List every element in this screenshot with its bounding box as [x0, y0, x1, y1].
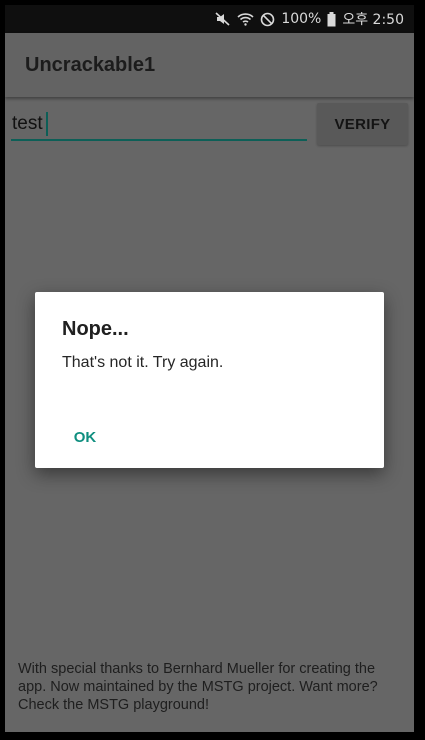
- ok-button[interactable]: OK: [59, 420, 111, 454]
- text-cursor: [46, 112, 48, 136]
- app-title: Uncrackable1: [25, 54, 156, 76]
- mute-icon: [215, 11, 231, 27]
- app-screen: 100% 오후 2:50 Uncrackable1 VERIFY With sp…: [5, 5, 414, 732]
- app-bar: Uncrackable1: [5, 33, 414, 97]
- secret-input[interactable]: [11, 109, 307, 141]
- dialog-message: That's not it. Try again.: [62, 354, 224, 371]
- dialog-title: Nope...: [62, 318, 129, 340]
- clock: 오후 2:50: [342, 12, 404, 28]
- no-signal-icon: [260, 12, 275, 27]
- battery-icon: [327, 11, 336, 27]
- wifi-icon: [237, 12, 254, 26]
- alert-dialog: Nope... That's not it. Try again. OK: [35, 292, 384, 468]
- verify-button[interactable]: VERIFY: [317, 103, 408, 145]
- battery-percentage: 100%: [281, 11, 322, 27]
- status-bar: 100% 오후 2:50: [5, 5, 414, 33]
- footer-credits: With special thanks to Bernhard Mueller …: [18, 661, 378, 713]
- device-frame: 100% 오후 2:50 Uncrackable1 VERIFY With sp…: [0, 0, 425, 740]
